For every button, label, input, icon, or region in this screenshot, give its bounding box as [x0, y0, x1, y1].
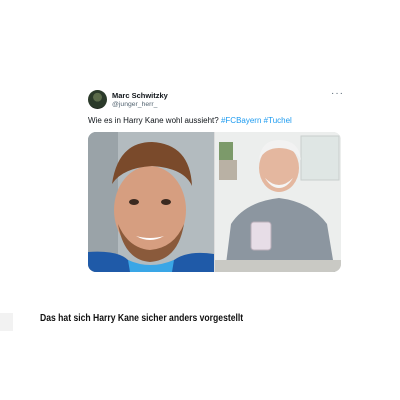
tweet-text: Wie es in Harry Kane wohl aussieht? #FCB…	[88, 116, 292, 125]
author-avatar[interactable]	[88, 90, 107, 109]
tweet-header: Marc Schwitzky @junger_herr_ ···	[84, 86, 346, 110]
article-caption: Das hat sich Harry Kane sicher anders vo…	[40, 313, 244, 324]
hashtag-tuchel[interactable]: #Tuchel	[264, 116, 292, 125]
photo-harry-kane[interactable]	[88, 132, 214, 272]
photo-hide-the-pain-harold[interactable]	[214, 132, 341, 272]
side-strip	[0, 313, 13, 331]
harold-illustration	[214, 132, 341, 272]
embedded-tweet: Marc Schwitzky @junger_herr_ ··· Wie es …	[84, 86, 346, 272]
hashtag-fcbayern[interactable]: #FCBayern	[221, 116, 261, 125]
author-name[interactable]: Marc Schwitzky	[112, 91, 168, 100]
tweet-media[interactable]	[88, 132, 341, 272]
tweet-text-body: Wie es in Harry Kane wohl aussieht?	[88, 116, 221, 125]
author-handle[interactable]: @junger_herr_	[112, 101, 157, 108]
kane-illustration	[88, 132, 214, 272]
more-horizontal-icon[interactable]: ···	[331, 89, 344, 99]
